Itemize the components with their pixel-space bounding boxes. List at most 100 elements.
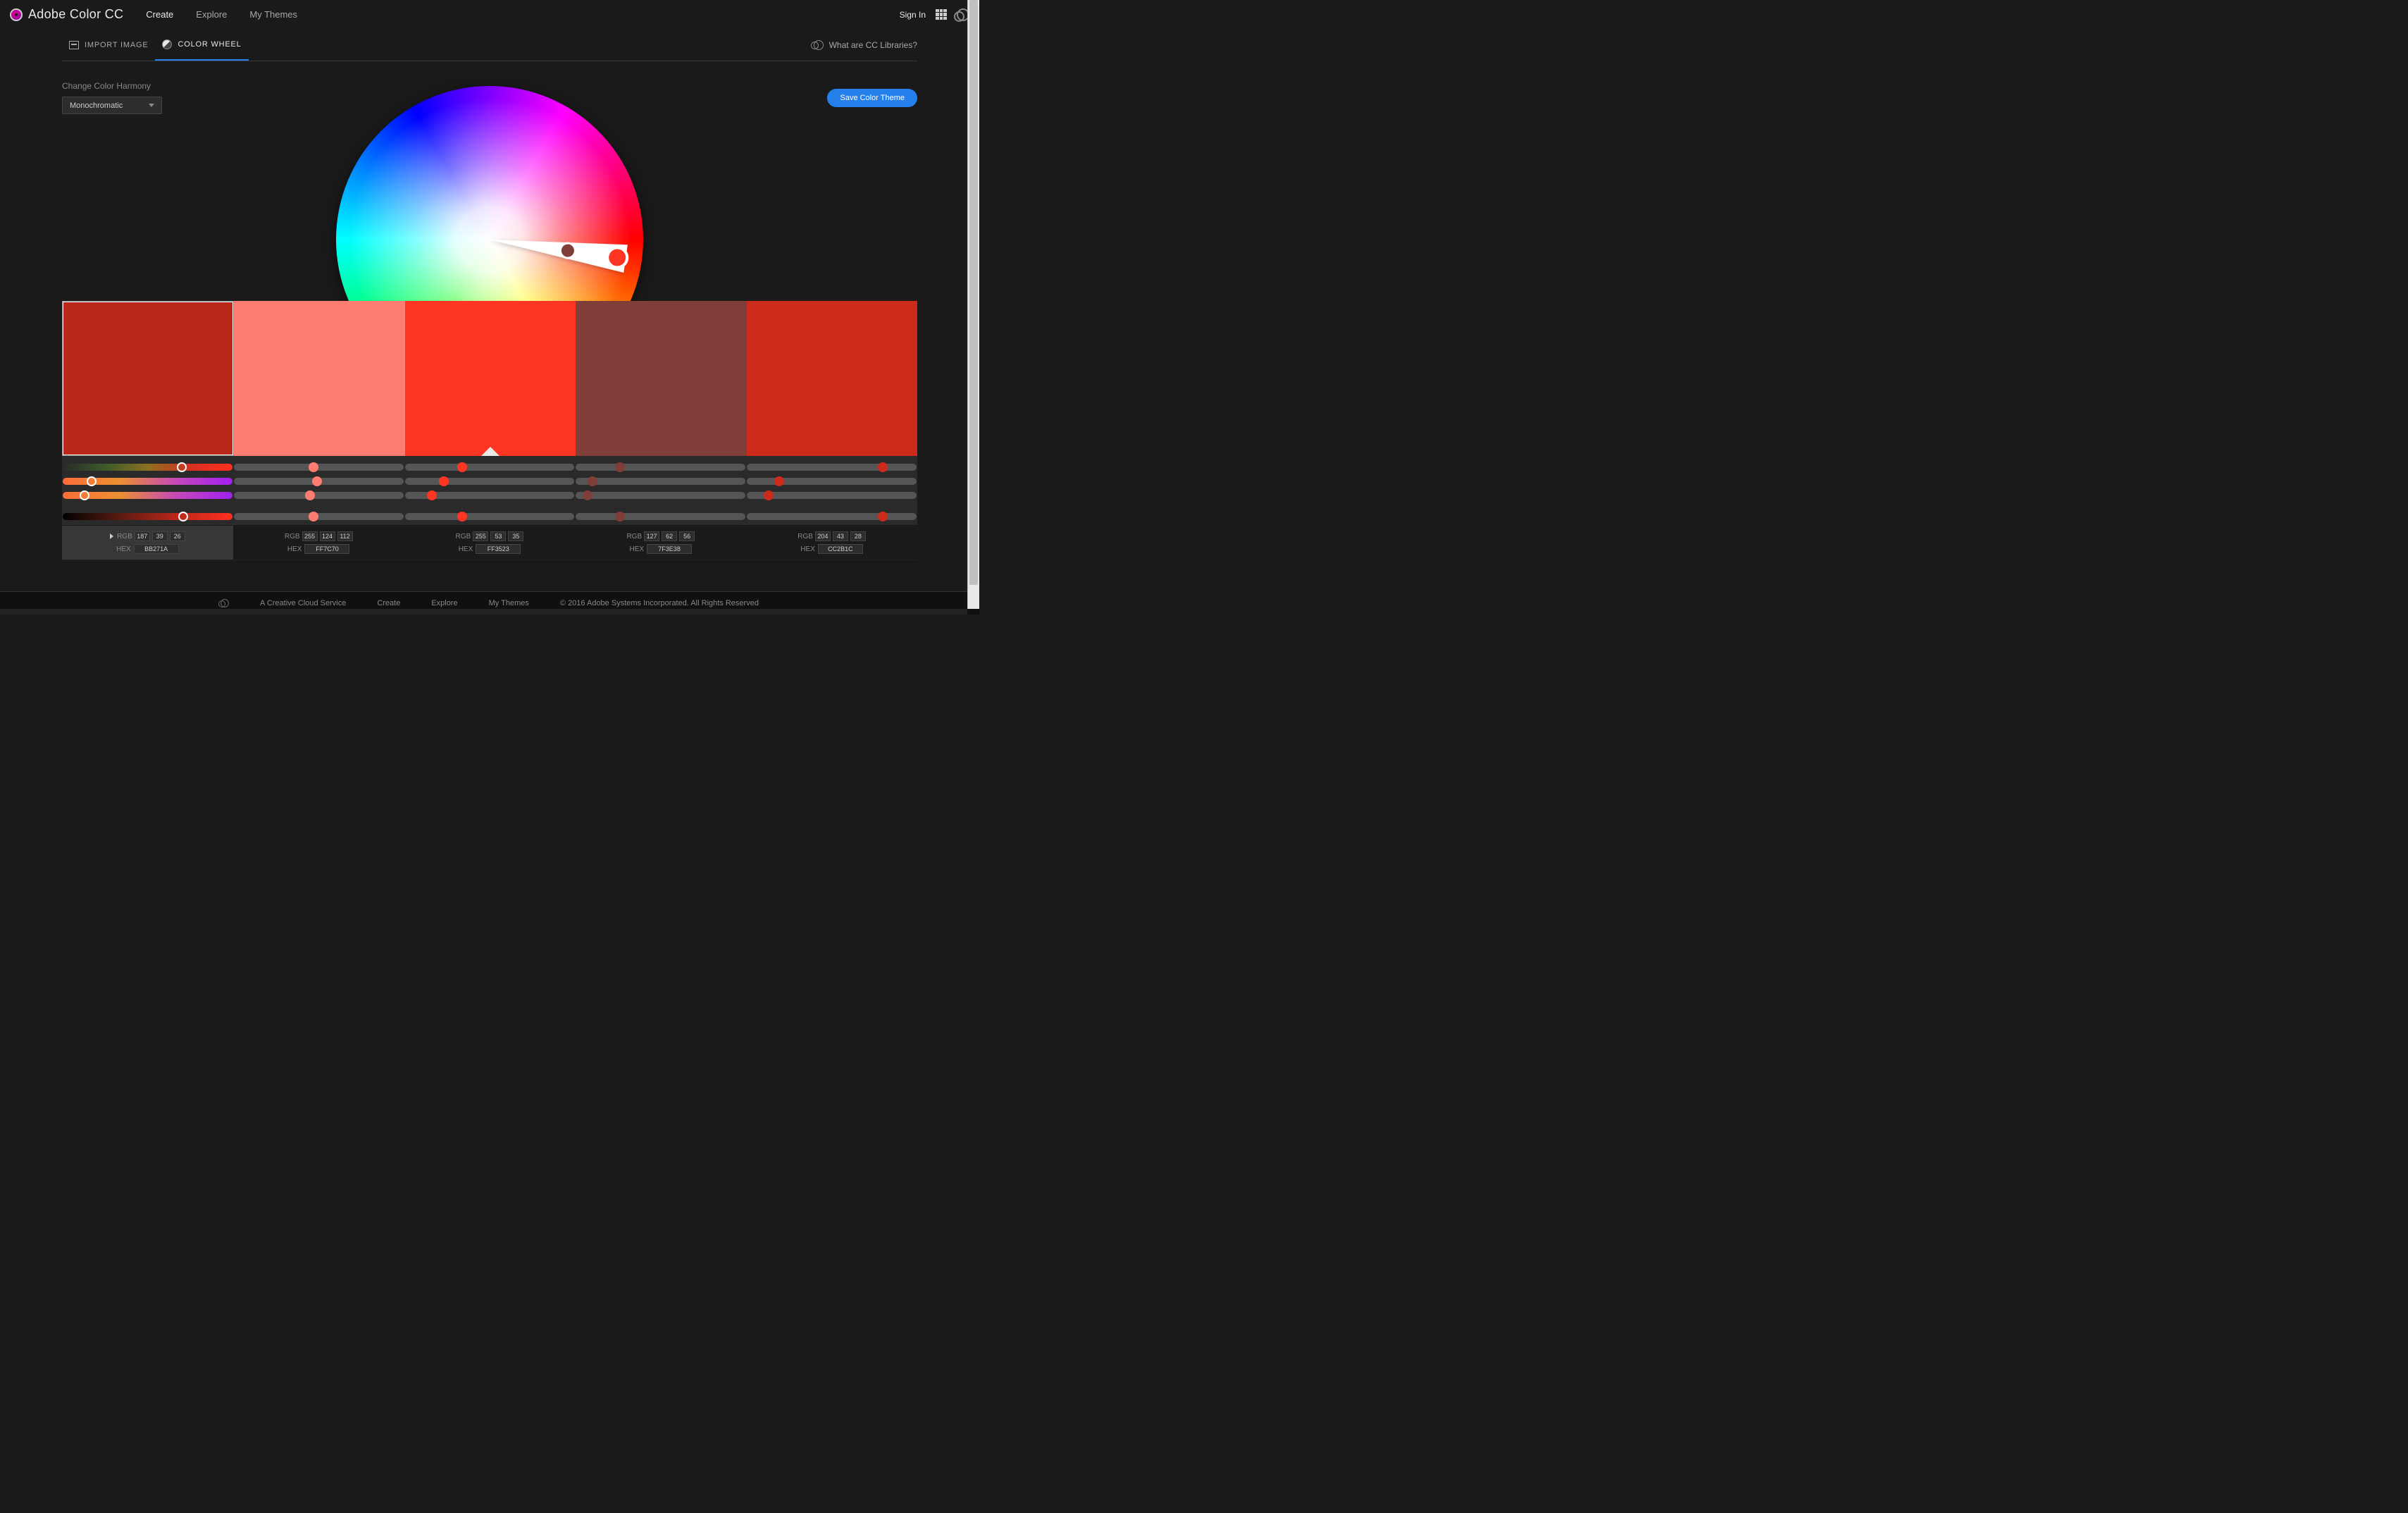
slider-1-4[interactable] <box>747 464 917 471</box>
chevron-down-icon <box>149 104 154 107</box>
slider-row-3 <box>62 490 917 501</box>
rgb-label: RGB <box>117 533 132 541</box>
footer-my-themes[interactable]: My Themes <box>489 599 529 607</box>
slider-4-4[interactable] <box>747 513 917 520</box>
values-row: RGB 187 39 26 HEX BB271A RGB 255 124 112… <box>62 526 917 560</box>
slider-3-2[interactable] <box>405 492 575 499</box>
slider-3-0[interactable] <box>63 492 232 499</box>
rgb-label: RGB <box>626 533 642 541</box>
tab-import-image[interactable]: IMPORT IMAGE <box>62 29 155 61</box>
hex-label: HEX <box>116 545 131 553</box>
tab-color-wheel[interactable]: COLOR WHEEL <box>155 29 248 61</box>
image-icon <box>69 41 79 49</box>
slider-4-0[interactable] <box>63 513 232 520</box>
slider-3-3[interactable] <box>576 492 745 499</box>
footer-explore[interactable]: Explore <box>431 599 457 607</box>
nav-create[interactable]: Create <box>146 9 173 20</box>
hex-label: HEX <box>287 545 302 553</box>
slider-1-2[interactable] <box>405 464 575 471</box>
app-title: Adobe Color CC <box>28 7 123 22</box>
rgb-r-3[interactable]: 127 <box>644 531 659 541</box>
tab-color-wheel-label: COLOR WHEEL <box>178 40 241 49</box>
color-wheel-icon <box>162 39 172 49</box>
nav-explore[interactable]: Explore <box>196 9 227 20</box>
rgb-r-2[interactable]: 255 <box>473 531 488 541</box>
harmony-group: Change Color Harmony Monochromatic <box>62 81 162 114</box>
rgb-g-3[interactable]: 62 <box>662 531 677 541</box>
app-logo-icon <box>10 8 23 21</box>
top-nav: Adobe Color CC Create Explore My Themes … <box>0 0 979 29</box>
footer-copyright: © 2016 Adobe Systems Incorporated. All R… <box>560 599 759 607</box>
value-col-3: RGB 127 62 56 HEX 7F3E38 <box>575 526 746 560</box>
rgb-g-4[interactable]: 43 <box>833 531 848 541</box>
slider-1-3[interactable] <box>576 464 745 471</box>
swatch-0[interactable] <box>62 301 234 456</box>
slider-1-1[interactable] <box>234 464 404 471</box>
rgb-g-0[interactable]: 39 <box>152 531 168 541</box>
hex-label: HEX <box>459 545 473 553</box>
hex-4[interactable]: CC2B1C <box>818 544 863 554</box>
slider-2-0[interactable] <box>63 478 232 485</box>
slider-4-1[interactable] <box>234 513 404 520</box>
cc-libraries-link[interactable]: What are CC Libraries? <box>814 40 917 50</box>
slider-2-2[interactable] <box>405 478 575 485</box>
value-col-1: RGB 255 124 112 HEX FF7C70 <box>233 526 404 560</box>
swatch-1[interactable] <box>234 301 404 456</box>
footer-create[interactable]: Create <box>377 599 400 607</box>
harmony-selected-value: Monochromatic <box>70 101 123 110</box>
swatch-3[interactable] <box>576 301 746 456</box>
rgb-g-2[interactable]: 53 <box>490 531 506 541</box>
slider-4-2[interactable] <box>405 513 575 520</box>
sign-in-link[interactable]: Sign In <box>900 10 926 20</box>
horizontal-scrollbar[interactable] <box>0 609 967 615</box>
apps-grid-icon[interactable] <box>936 9 947 20</box>
rgb-label: RGB <box>798 533 813 541</box>
rgb-b-1[interactable]: 112 <box>337 531 353 541</box>
rgb-b-3[interactable]: 56 <box>679 531 695 541</box>
value-col-2: RGB 255 53 35 HEX FF3523 <box>404 526 576 560</box>
value-col-4: RGB 204 43 28 HEX CC2B1C <box>746 526 917 560</box>
slider-3-1[interactable] <box>234 492 404 499</box>
slider-row-2 <box>62 476 917 487</box>
rgb-r-4[interactable]: 204 <box>815 531 831 541</box>
top-nav-links: Create Explore My Themes <box>146 9 297 20</box>
slider-4-3[interactable] <box>576 513 745 520</box>
hex-1[interactable]: FF7C70 <box>304 544 349 554</box>
swatch-4[interactable] <box>747 301 917 456</box>
vertical-scrollbar[interactable] <box>967 0 979 609</box>
rgb-label: RGB <box>285 533 300 541</box>
rgb-r-0[interactable]: 187 <box>135 531 150 541</box>
slider-3-4[interactable] <box>747 492 917 499</box>
slider-row-1 <box>62 462 917 473</box>
hex-3[interactable]: 7F3E38 <box>647 544 692 554</box>
hex-0[interactable]: BB271A <box>134 544 179 554</box>
slider-2-3[interactable] <box>576 478 745 485</box>
rgb-b-0[interactable]: 26 <box>170 531 185 541</box>
rgb-r-1[interactable]: 255 <box>302 531 318 541</box>
swatch-2[interactable] <box>405 301 576 456</box>
hex-label: HEX <box>800 545 815 553</box>
nav-my-themes[interactable]: My Themes <box>249 9 297 20</box>
rgb-b-2[interactable]: 35 <box>508 531 523 541</box>
rgb-g-1[interactable]: 124 <box>320 531 335 541</box>
slider-panel <box>62 456 917 525</box>
swatch-row <box>62 301 917 456</box>
tab-import-image-label: IMPORT IMAGE <box>85 41 148 49</box>
save-color-theme-button[interactable]: Save Color Theme <box>827 89 917 107</box>
slider-2-1[interactable] <box>234 478 404 485</box>
hex-2[interactable]: FF3523 <box>476 544 521 554</box>
harmony-select[interactable]: Monochromatic <box>62 97 162 114</box>
cc-libraries-label: What are CC Libraries? <box>829 40 917 50</box>
footer-service: A Creative Cloud Service <box>260 599 346 607</box>
slider-row-4 <box>62 511 917 522</box>
expand-color-model-icon[interactable] <box>110 533 113 539</box>
hex-label: HEX <box>630 545 645 553</box>
slider-1-0[interactable] <box>63 464 232 471</box>
rgb-label: RGB <box>456 533 471 541</box>
top-nav-right: Sign In <box>900 8 969 21</box>
sub-tabs: IMPORT IMAGE COLOR WHEEL What are CC Lib… <box>62 29 917 61</box>
harmony-label: Change Color Harmony <box>62 81 162 91</box>
creative-cloud-small-icon <box>814 40 824 50</box>
rgb-b-4[interactable]: 28 <box>850 531 866 541</box>
slider-2-4[interactable] <box>747 478 917 485</box>
